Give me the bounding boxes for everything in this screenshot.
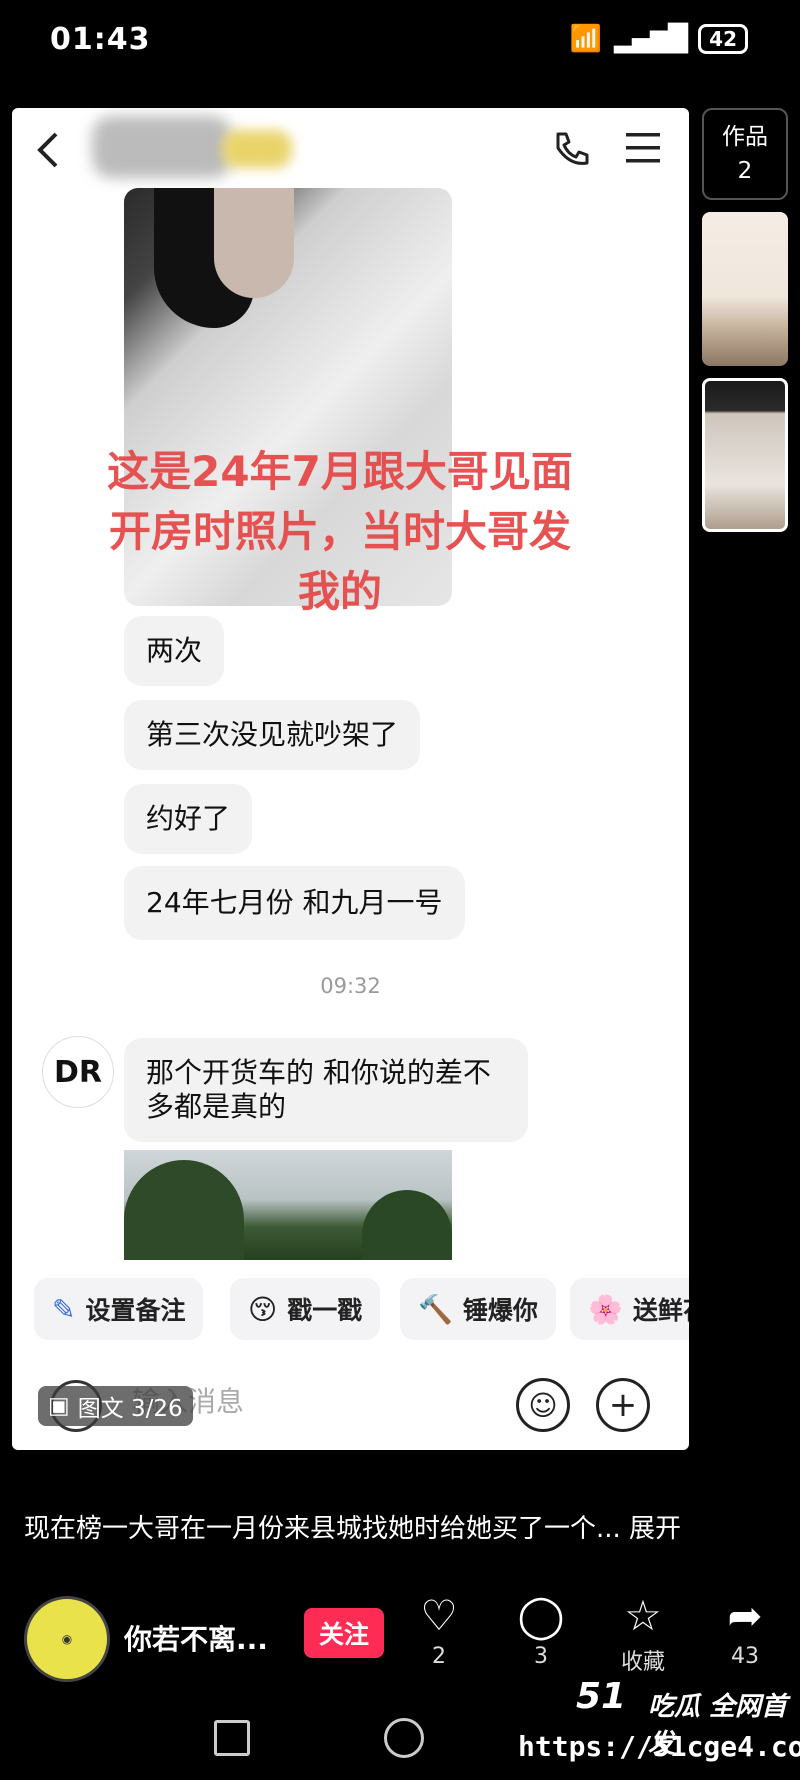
message-bubble: 第三次没见就吵架了	[124, 700, 421, 770]
signal-icon: ▂▄▆█	[614, 24, 688, 54]
phone-icon[interactable]	[550, 128, 592, 170]
status-time: 01:43	[50, 22, 151, 57]
comment-count: 3	[534, 1644, 548, 1669]
chip-label: 送鲜花	[632, 1296, 689, 1325]
message-text: 两次	[146, 634, 203, 667]
collect-label: 收藏	[620, 1650, 665, 1675]
watermark-brand: 51	[576, 1676, 627, 1717]
chip-poke[interactable]: 😚 戳一戳	[230, 1278, 381, 1340]
image-page-badge[interactable]: ▣ 图文 3/26	[38, 1386, 193, 1426]
work-thumbnail-selected[interactable]	[702, 378, 788, 532]
chip-label: 锤爆你	[462, 1296, 538, 1325]
chat-screenshot[interactable]: 两次 第三次没见就吵架了 约好了 24年七月份 和九月一号 09:32 DR 那…	[12, 108, 689, 1450]
author-avatar[interactable]: ◉	[24, 1596, 110, 1682]
chip-set-remark[interactable]: ✎ 设置备注	[34, 1278, 204, 1340]
message-bubble: 24年七月份 和九月一号	[124, 866, 465, 940]
heart-icon: ♡	[420, 1591, 458, 1640]
share-button[interactable]: ➦ 43	[710, 1591, 780, 1670]
message-text: 第三次没见就吵架了	[146, 718, 399, 751]
message-text: 24年七月份 和九月一号	[146, 886, 443, 919]
message-bubble: 两次	[124, 616, 225, 686]
battery-icon: 42	[698, 24, 748, 54]
gallery-icon: ▣	[48, 1393, 70, 1419]
author-name[interactable]: 你若不离...	[124, 1618, 268, 1658]
comment-button[interactable]: ◯ 3	[506, 1591, 576, 1670]
like-count: 2	[432, 1644, 446, 1669]
chip-hammer[interactable]: 🔨 锤爆你	[400, 1278, 556, 1340]
message-text: 约好了	[146, 802, 231, 835]
work-thumbnail[interactable]	[702, 212, 788, 366]
flower-icon: 🌸	[588, 1292, 623, 1326]
chip-flowers[interactable]: 🌸 送鲜花	[570, 1278, 689, 1340]
watermark-url: https://51cge4.com	[518, 1730, 800, 1763]
kiss-face-icon: 😚	[248, 1292, 278, 1326]
status-icons: 📶 ▂▄▆█ 42	[570, 24, 748, 54]
page-indicator: 图文 3/26	[77, 1396, 183, 1422]
message-text: 那个开货车的 和你说的差不多都是真的	[146, 1056, 491, 1123]
follow-button[interactable]: 关注	[304, 1608, 384, 1658]
works-count: 2	[737, 158, 753, 184]
share-count: 43	[731, 1644, 759, 1669]
chat-header	[12, 108, 689, 188]
sender-avatar[interactable]: DR	[42, 1036, 114, 1108]
works-panel[interactable]: 作品 2	[702, 108, 788, 200]
chip-label: 戳一戳	[287, 1296, 363, 1325]
chip-label: 设置备注	[85, 1296, 186, 1325]
back-icon[interactable]	[34, 130, 62, 170]
menu-icon[interactable]	[624, 130, 664, 166]
post-caption[interactable]: 现在榜一大哥在一月份来县城找她时给她买了一个... 展开	[24, 1508, 681, 1545]
works-label: 作品	[722, 124, 768, 150]
message-bubble: 约好了	[124, 784, 253, 854]
recent-apps-button[interactable]	[214, 1720, 250, 1756]
chat-photo-trees[interactable]	[124, 1150, 452, 1260]
message-bubble: 那个开货车的 和你说的差不多都是真的	[124, 1038, 528, 1142]
like-button[interactable]: ♡ 2	[404, 1591, 474, 1670]
star-icon: ☆	[624, 1591, 662, 1640]
chat-timestamp: 09:32	[320, 974, 381, 998]
wifi-icon: 📶	[569, 24, 603, 54]
collect-button[interactable]: ☆ 收藏	[608, 1592, 678, 1676]
plus-icon[interactable]: +	[596, 1378, 650, 1432]
overlay-caption: 这是24年7月跟大哥见面 开房时照片，当时大哥发 我的	[107, 447, 573, 616]
emoji-icon[interactable]: ☺	[516, 1378, 570, 1432]
home-button[interactable]	[384, 1718, 424, 1758]
comment-icon: ◯	[517, 1591, 565, 1640]
hammer-icon: 🔨	[418, 1292, 453, 1326]
share-icon: ➦	[727, 1591, 763, 1640]
blurred-contact-name	[92, 116, 232, 178]
blurred-contact-emoji	[222, 130, 292, 168]
pencil-icon: ✎	[52, 1292, 76, 1326]
